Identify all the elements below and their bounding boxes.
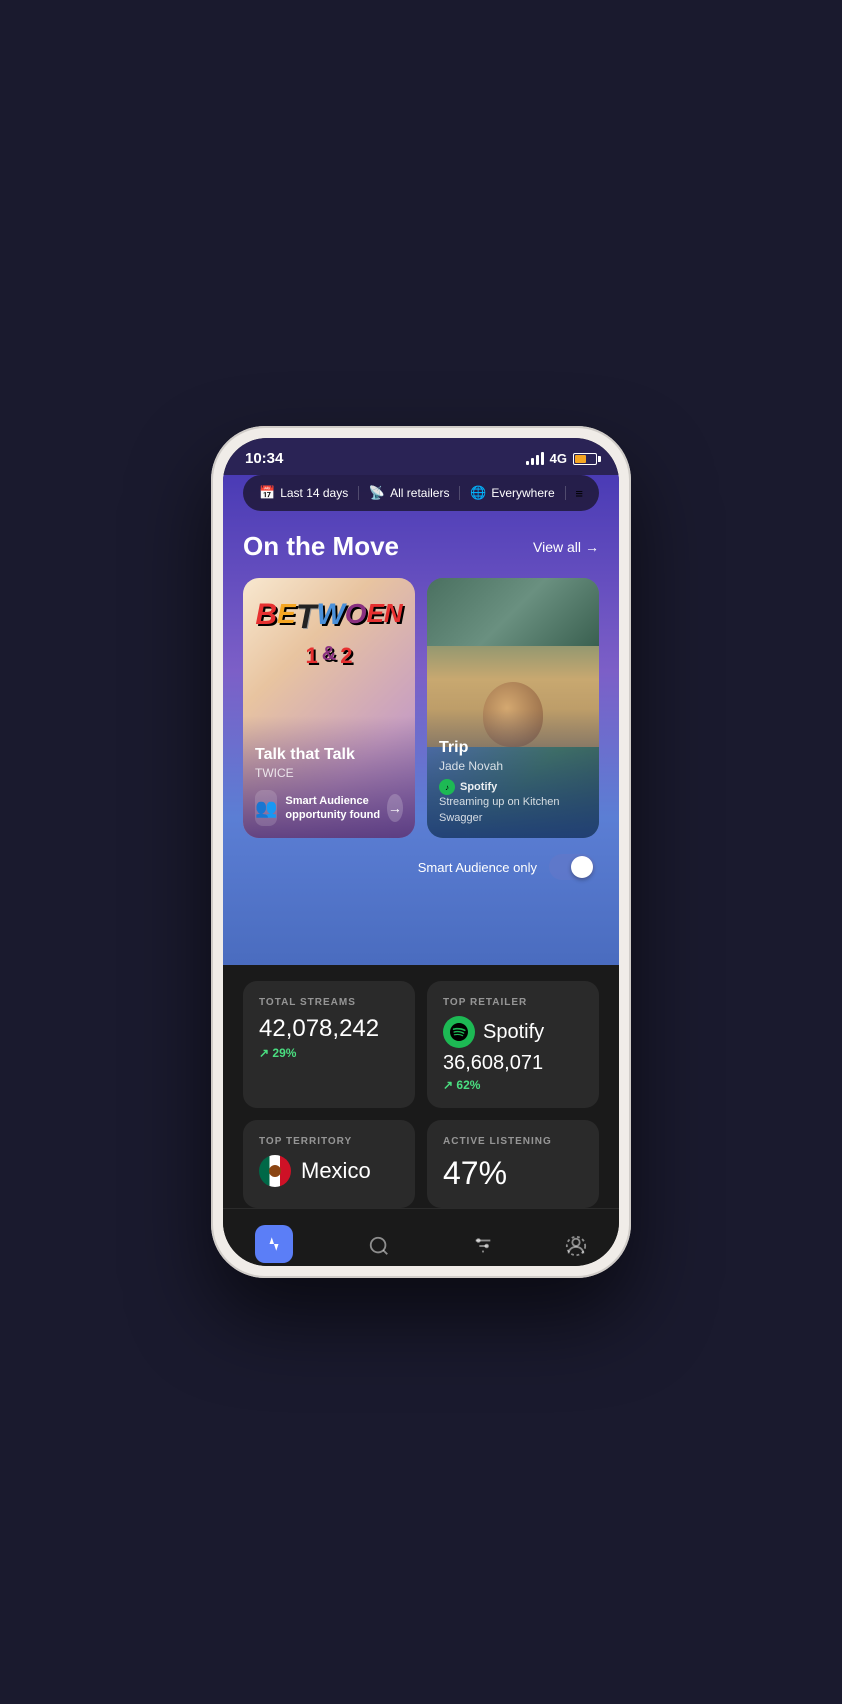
- home-icon: [255, 1225, 293, 1263]
- top-retailer-value: 36,608,071: [443, 1052, 583, 1074]
- smart-audience-toggle[interactable]: [549, 854, 595, 880]
- card-2-song-title: Trip: [439, 739, 587, 757]
- filter-divider-2: [459, 486, 460, 500]
- nav-filter[interactable]: FILTER: [449, 1231, 518, 1267]
- retailers-label: All retailers: [390, 486, 449, 500]
- audience-icon: 👥: [255, 790, 277, 826]
- me-nav-icon: [565, 1235, 587, 1263]
- status-bar: 10:34 4G: [223, 438, 619, 475]
- spotify-name: Spotify: [483, 1021, 544, 1044]
- view-all-arrow: →: [585, 539, 599, 555]
- date-filter[interactable]: 📅 Last 14 days: [259, 485, 348, 501]
- filter-nav-icon: [472, 1235, 494, 1263]
- view-all-label: View all: [533, 539, 581, 555]
- phone-frame: 10:34 4G 📅 Last 14 days: [211, 426, 631, 1278]
- platform-label: Spotify: [460, 781, 497, 793]
- total-streams-label: TOTAL STREAMS: [259, 997, 399, 1008]
- total-streams-card[interactable]: TOTAL STREAMS 42,078,242 ↗ 29%: [243, 981, 415, 1108]
- bottom-nav: HOME SEARCH: [223, 1208, 619, 1266]
- filter-divider-1: [358, 486, 359, 500]
- nav-home[interactable]: HOME: [239, 1221, 309, 1266]
- network-label: 4G: [550, 451, 567, 466]
- top-retailer-card[interactable]: TOP RETAILER Spotify 36,608,071 ↗ 62%: [427, 981, 599, 1108]
- battery-fill: [575, 455, 586, 463]
- badge-text: Smart Audience opportunity found: [285, 794, 386, 823]
- section-title: On the Move: [243, 531, 399, 562]
- smart-audience-toggle-row: Smart Audience only: [243, 854, 599, 880]
- top-retailer-label: TOP RETAILER: [443, 997, 583, 1008]
- card-2-overlay: Trip Jade Novah ♪ Spotify Streaming up o…: [427, 709, 599, 838]
- toggle-label: Smart Audience only: [418, 860, 537, 875]
- card-1-arrow-button[interactable]: →: [387, 794, 403, 822]
- bg-decoration: [427, 578, 599, 646]
- toggle-knob: [571, 856, 593, 878]
- stats-section: TOTAL STREAMS 42,078,242 ↗ 29% TOP RETAI…: [223, 965, 619, 1208]
- flag-eagle: [269, 1165, 281, 1177]
- settings-icon[interactable]: ≡: [575, 486, 583, 501]
- globe-icon: 🌐: [470, 485, 486, 501]
- top-territory-label: TOP TERRITORY: [259, 1136, 399, 1147]
- phone-screen: 10:34 4G 📅 Last 14 days: [223, 438, 619, 1266]
- location-filter[interactable]: 🌐 Everywhere: [470, 485, 555, 501]
- filter-divider-3: [565, 486, 566, 500]
- total-streams-growth: ↗ 29%: [259, 1046, 399, 1060]
- mexico-flag: [259, 1155, 291, 1187]
- card-2-artist: Jade Novah: [439, 759, 587, 773]
- nav-me[interactable]: ME: [549, 1231, 603, 1267]
- stats-grid: TOTAL STREAMS 42,078,242 ↗ 29% TOP RETAI…: [243, 981, 599, 1208]
- territory-name: Mexico: [301, 1158, 371, 1184]
- streaming-note: Streaming up on Kitchen Swagger: [439, 795, 587, 826]
- platform-badge-row: ♪ Spotify: [439, 779, 587, 795]
- battery-icon: [573, 453, 597, 465]
- status-right: 4G: [526, 451, 597, 466]
- spotify-icon-small: ♪: [439, 779, 455, 795]
- active-listening-value: 47%: [443, 1155, 583, 1192]
- filter-bar[interactable]: 📅 Last 14 days 📡 All retailers 🌐 Everywh…: [243, 475, 599, 511]
- retailer-filter[interactable]: 📡 All retailers: [369, 485, 450, 501]
- cards-row: B E T W O E N 1 & 2: [243, 578, 599, 838]
- signal-icon: [526, 452, 544, 465]
- active-listening-card[interactable]: ACTIVE LISTENING 47%: [427, 1120, 599, 1208]
- total-streams-value: 42,078,242: [259, 1016, 399, 1042]
- active-listening-label: ACTIVE LISTENING: [443, 1136, 583, 1147]
- card-1-artist: TWICE: [255, 766, 403, 780]
- badge-content: 👥 Smart Audience opportunity found: [255, 790, 387, 826]
- nav-search[interactable]: SEARCH: [340, 1231, 417, 1267]
- card-1-song-title: Talk that Talk: [255, 746, 403, 764]
- view-all-button[interactable]: View all →: [533, 539, 599, 555]
- top-territory-card[interactable]: TOP TERRITORY Mexico: [243, 1120, 415, 1208]
- location-label: Everywhere: [491, 486, 554, 500]
- main-content: 📅 Last 14 days 📡 All retailers 🌐 Everywh…: [223, 475, 619, 965]
- calendar-icon: 📅: [259, 485, 275, 501]
- date-range-label: Last 14 days: [280, 486, 348, 500]
- card-talk-that-talk[interactable]: B E T W O E N 1 & 2: [243, 578, 415, 838]
- spotify-row: Spotify: [443, 1016, 583, 1048]
- smart-audience-badge: 👥 Smart Audience opportunity found →: [255, 790, 403, 826]
- territory-row: Mexico: [259, 1155, 399, 1187]
- top-retailer-growth: ↗ 62%: [443, 1078, 583, 1092]
- spotify-large-icon: [443, 1016, 475, 1048]
- search-nav-icon: [368, 1235, 390, 1263]
- radio-icon: 📡: [369, 485, 385, 501]
- section-header: On the Move View all →: [243, 531, 599, 562]
- time-display: 10:34: [245, 450, 283, 467]
- card-trip[interactable]: Trip Jade Novah ♪ Spotify Streaming up o…: [427, 578, 599, 838]
- card-1-overlay: Talk that Talk TWICE 👥 Smart Audience op…: [243, 716, 415, 838]
